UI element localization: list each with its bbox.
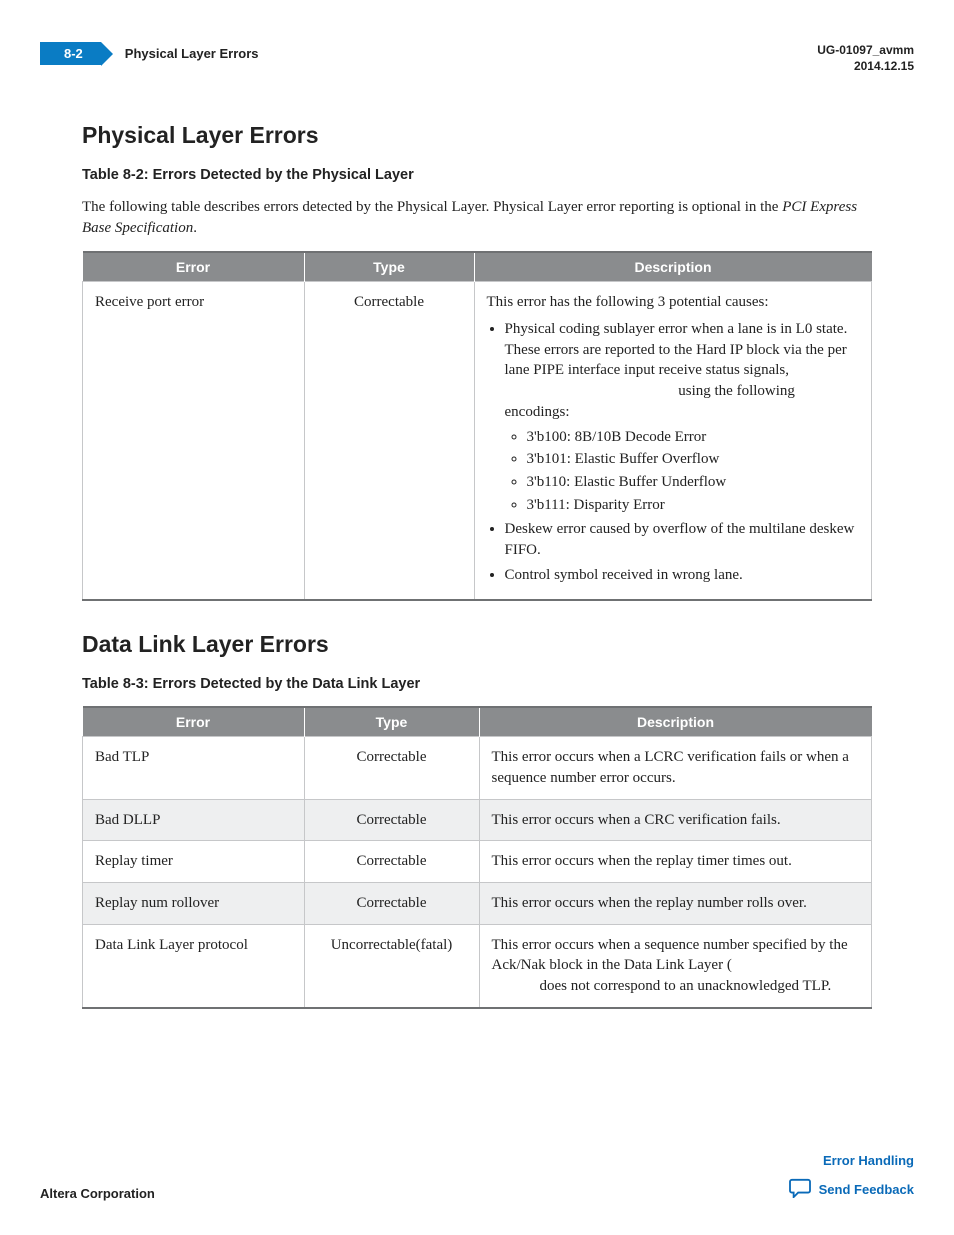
table-row: Replay timer Correctable This error occu…	[83, 841, 872, 883]
feedback-icon	[789, 1178, 819, 1201]
cell-type: Correctable	[304, 841, 479, 883]
cell-error: Bad DLLP	[83, 799, 305, 841]
intro-paragraph: The following table describes errors det…	[82, 197, 872, 239]
col-header-desc: Description	[474, 252, 872, 282]
text: using the following encodings:	[505, 383, 795, 420]
cell-error: Receive port error	[83, 282, 305, 600]
list-item: Physical coding sublayer error when a la…	[505, 319, 860, 515]
page-footer: Altera Corporation Error Handling Send F…	[40, 1153, 914, 1201]
cell-desc: This error occurs when the replay timer …	[479, 841, 872, 883]
desc-lead: This error has the following 3 potential…	[487, 292, 860, 313]
list-item: 3'b100: 8B/10B Decode Error	[527, 427, 860, 448]
page-tab: 8-2 Physical Layer Errors	[40, 42, 259, 65]
text: This error occurs when a sequence number…	[492, 937, 848, 974]
text: .	[193, 220, 197, 236]
table-title: Table 8-2: Errors Detected by the Physic…	[82, 167, 872, 183]
data-link-layer-errors-table: Error Type Description Bad TLP Correctab…	[82, 706, 872, 1009]
cell-desc: This error has the following 3 potential…	[474, 282, 872, 600]
cell-error: Bad TLP	[83, 737, 305, 799]
table-row: Receive port error Correctable This erro…	[83, 282, 872, 600]
cell-desc: This error occurs when the replay number…	[479, 883, 872, 925]
cell-error: Data Link Layer protocol	[83, 924, 305, 1008]
doc-date: 2014.12.15	[817, 58, 914, 74]
cell-type: Uncorrectable(fatal)	[304, 924, 479, 1008]
table-row: Bad TLP Correctable This error occurs wh…	[83, 737, 872, 799]
footer-corporation: Altera Corporation	[40, 1186, 155, 1201]
header-section-name: Physical Layer Errors	[125, 46, 259, 61]
cell-error: Replay timer	[83, 841, 305, 883]
page-content: Physical Layer Errors Table 8-2: Errors …	[0, 74, 954, 1008]
list-item: 3'b111: Disparity Error	[527, 495, 860, 516]
col-header-type: Type	[304, 252, 474, 282]
table-title: Table 8-3: Errors Detected by the Data L…	[82, 676, 872, 692]
page-header: 8-2 Physical Layer Errors UG-01097_avmm …	[0, 0, 954, 74]
table-row: Replay num rollover Correctable This err…	[83, 883, 872, 925]
cell-desc: This error occurs when a sequence number…	[479, 924, 872, 1008]
cell-type: Correctable	[304, 282, 474, 600]
section-heading: Data Link Layer Errors	[82, 631, 872, 658]
col-header-type: Type	[304, 707, 479, 737]
list-item: Deskew error caused by overflow of the m…	[505, 519, 860, 560]
list-item: Control symbol received in wrong lane.	[505, 565, 860, 586]
send-feedback-link[interactable]: Send Feedback	[819, 1182, 914, 1197]
cell-type: Correctable	[304, 883, 479, 925]
col-header-error: Error	[83, 707, 305, 737]
text: The following table describes errors det…	[82, 199, 782, 215]
cell-type: Correctable	[304, 737, 479, 799]
list-item: 3'b110: Elastic Buffer Underflow	[527, 472, 860, 493]
list-item: 3'b101: Elastic Buffer Overflow	[527, 449, 860, 470]
cell-error: Replay num rollover	[83, 883, 305, 925]
physical-layer-errors-table: Error Type Description Receive port erro…	[82, 251, 872, 601]
doc-id: UG-01097_avmm	[817, 42, 914, 58]
section-heading: Physical Layer Errors	[82, 122, 872, 149]
text: Physical coding sublayer error when a la…	[505, 321, 848, 378]
table-row: Bad DLLP Correctable This error occurs w…	[83, 799, 872, 841]
table-row: Data Link Layer protocol Uncorrectable(f…	[83, 924, 872, 1008]
text: does not correspond to an unacknowledged…	[540, 978, 832, 994]
cell-desc: This error occurs when a CRC verificatio…	[479, 799, 872, 841]
page-number: 8-2	[40, 42, 101, 65]
col-header-desc: Description	[479, 707, 872, 737]
doc-meta: UG-01097_avmm 2014.12.15	[817, 42, 914, 74]
cell-desc: This error occurs when a LCRC verificati…	[479, 737, 872, 799]
col-header-error: Error	[83, 252, 305, 282]
cell-type: Correctable	[304, 799, 479, 841]
error-handling-link[interactable]: Error Handling	[823, 1153, 914, 1168]
